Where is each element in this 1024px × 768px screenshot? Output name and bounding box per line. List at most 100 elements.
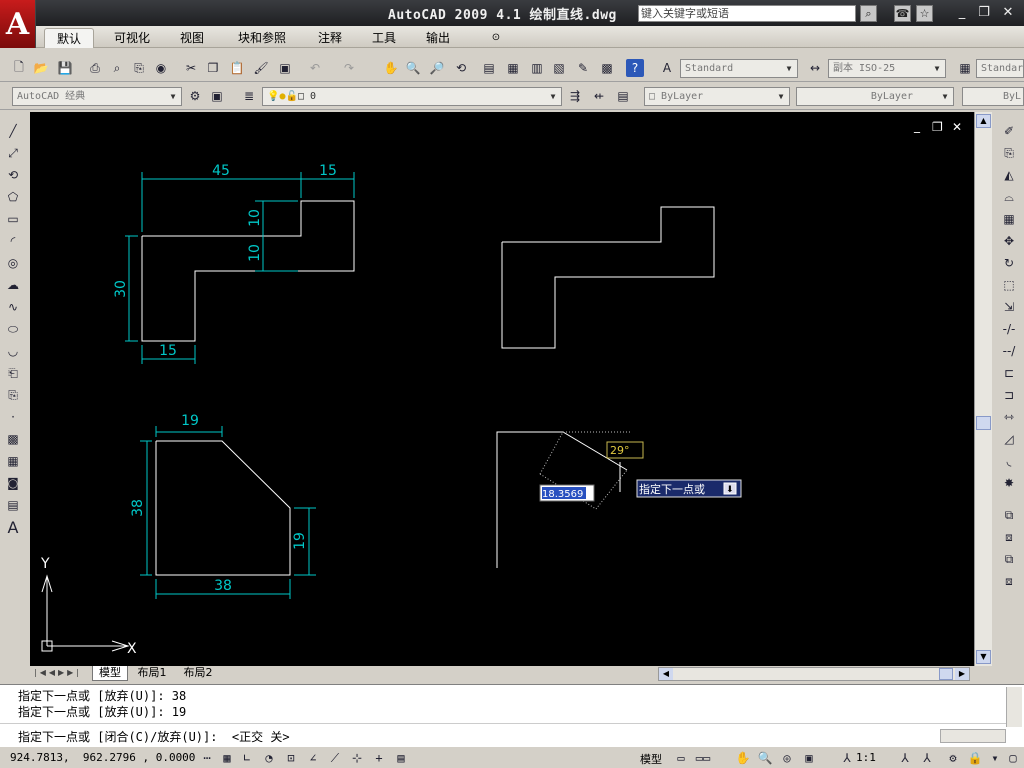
viewport-minimize-button[interactable]: _ <box>913 119 921 133</box>
send-under-icon[interactable]: ⧈ <box>1000 572 1018 590</box>
cursor-coordinates[interactable]: 924.7813, 962.2796 , 0.0000 <box>10 751 195 764</box>
search-icon[interactable]: ⌕ <box>860 5 877 22</box>
tab-navigation-arrows-icon[interactable]: |◀◀▶▶| <box>34 668 88 680</box>
dynamic-input-icon[interactable]: ⊹ <box>348 749 366 767</box>
step-profile-copy[interactable] <box>501 206 715 349</box>
showmotion-icon[interactable]: ▣ <box>800 749 818 767</box>
polygon-icon[interactable]: ⬠ <box>4 188 22 206</box>
tab-tools[interactable]: 工具 <box>364 28 404 48</box>
tab-layout1[interactable]: 布局1 <box>132 666 172 681</box>
tool-palettes-icon[interactable]: ▥ <box>528 59 546 77</box>
layer-select[interactable]: 💡●🔓□ 0 ▼ <box>262 87 562 106</box>
vertical-scrollbar[interactable]: ▲ ▼ <box>974 112 992 666</box>
snap-mode-icon[interactable]: ⋯ <box>198 749 216 767</box>
grid-display-icon[interactable]: ▦ <box>218 749 236 767</box>
lock-ui-icon[interactable]: 🔒 <box>966 749 984 767</box>
window-minimize-button[interactable]: _ <box>952 4 972 22</box>
workspace-lock-icon[interactable]: ▣ <box>208 87 226 105</box>
draw-order-back-icon[interactable]: ⧈ <box>1000 528 1018 546</box>
fillet-icon[interactable]: ◟ <box>1000 452 1018 470</box>
linetype-select[interactable]: ByLayer ▼ <box>796 87 954 106</box>
dynamic-ucs-icon[interactable]: ⟋ <box>326 749 344 767</box>
viewport-restore-button[interactable]: ❐ <box>932 120 943 134</box>
bring-above-icon[interactable]: ⧉ <box>1000 550 1018 568</box>
length-value[interactable]: 18.3569 <box>542 489 583 500</box>
open-file-icon[interactable]: 📂 <box>32 59 50 77</box>
hatch-icon[interactable]: ▩ <box>4 430 22 448</box>
scroll-up-icon[interactable]: ▲ <box>976 114 991 128</box>
insert-block-icon[interactable]: ⎗ <box>4 364 22 382</box>
redo-icon[interactable]: ↷ <box>340 59 358 77</box>
tab-annotate[interactable]: 注释 <box>310 28 350 48</box>
properties-icon[interactable]: ▤ <box>480 59 498 77</box>
command-prompt-line[interactable]: 指定下一点或 [闭合(C)/放弃(U)]: <正交 关> <box>18 728 290 745</box>
arc-icon[interactable]: ◜ <box>4 232 22 250</box>
ellipse-arc-icon[interactable]: ◡ <box>4 342 22 360</box>
lineweight-select[interactable]: ByL <box>962 87 1024 106</box>
application-menu-button[interactable]: A <box>0 0 36 48</box>
draw-order-front-icon[interactable]: ⧉ <box>1000 506 1018 524</box>
favorites-star-icon[interactable]: ☆ <box>916 5 933 22</box>
scroll-left-icon[interactable]: ◀ <box>659 668 673 680</box>
object-snap-tracking-icon[interactable]: ∠ <box>304 749 322 767</box>
quick-view-drawings-icon[interactable]: ▭▭ <box>694 749 712 767</box>
make-layer-current-icon[interactable]: ⇶ <box>566 87 584 105</box>
markup-icon[interactable]: ✎ <box>574 59 592 77</box>
table-style-select[interactable]: Standar <box>976 59 1024 78</box>
length-input[interactable]: 18.3569 <box>539 484 595 502</box>
viewport-close-button[interactable]: ✕ <box>952 120 962 134</box>
command-hscrollbar[interactable] <box>940 729 1006 743</box>
circle-icon[interactable]: ◎ <box>4 254 22 272</box>
text-style-select[interactable]: Standard ▼ <box>680 59 798 78</box>
ribbon-minimize-icon[interactable]: ⊙ <box>486 28 506 48</box>
extend-icon[interactable]: --/ <box>1000 342 1018 360</box>
window-close-button[interactable]: ✕ <box>998 4 1018 22</box>
table-style-icon[interactable]: ▦ <box>956 59 974 77</box>
communication-center-icon[interactable]: ☎ <box>894 5 911 22</box>
rectangle-icon[interactable]: ▭ <box>4 210 22 228</box>
dim-style-select[interactable]: 副本 ISO-25 ▼ <box>828 59 946 78</box>
ortho-mode-icon[interactable]: ∟ <box>238 749 256 767</box>
layer-states-icon[interactable]: ▤ <box>614 87 632 105</box>
window-restore-button[interactable]: ❐ <box>974 4 994 22</box>
paste-icon[interactable]: 📋 <box>228 59 246 77</box>
copy-icon[interactable]: ❐ <box>204 59 222 77</box>
annotation-scale-value[interactable]: 1:1 <box>856 751 876 764</box>
design-center-icon[interactable]: ▦ <box>504 59 522 77</box>
calculator-icon[interactable]: ▩ <box>598 59 616 77</box>
tab-blocks[interactable]: 块和参照 <box>230 28 294 48</box>
sheet-set-icon[interactable]: ▧ <box>550 59 568 77</box>
make-block-icon[interactable]: ⎘ <box>4 386 22 404</box>
break-at-point-icon[interactable]: ⊏ <box>1000 364 1018 382</box>
color-select[interactable]: □ ByLayer ▼ <box>644 87 790 106</box>
multiline-text-icon[interactable]: A <box>4 518 22 537</box>
scroll-right-icon[interactable]: ▶ <box>955 668 969 680</box>
trim-icon[interactable]: -/- <box>1000 320 1018 338</box>
offset-icon[interactable]: ⌓ <box>1000 188 1018 206</box>
rotate-icon[interactable]: ↻ <box>1000 254 1018 272</box>
new-file-icon[interactable]: 🗋 <box>10 59 28 77</box>
status-menu-icon[interactable]: ▾ <box>986 749 1004 767</box>
polar-tracking-icon[interactable]: ◔ <box>260 749 278 767</box>
block-editor-icon[interactable]: ▣ <box>276 59 294 77</box>
zoom-window-icon[interactable]: 🔎 <box>428 59 446 77</box>
workspace-select[interactable]: AutoCAD 经典 ▼ <box>12 87 182 106</box>
mirror-icon[interactable]: ◭ <box>1000 166 1018 184</box>
lineweight-display-icon[interactable]: + <box>370 749 388 767</box>
line-icon[interactable]: ╱ <box>4 122 22 140</box>
region-icon[interactable]: ◙ <box>4 474 22 492</box>
undo-icon[interactable]: ↶ <box>306 59 324 77</box>
move-icon[interactable]: ✥ <box>1000 232 1018 250</box>
drawing-canvas[interactable]: _ ❐ ✕ 45 15 10 10 30 15 19 38 19 38 29° … <box>30 112 974 666</box>
dim-style-icon[interactable]: ↔ <box>806 59 824 77</box>
zoom-previous-icon[interactable]: ⟲ <box>452 59 470 77</box>
tab-model[interactable]: 模型 <box>92 666 128 681</box>
steering-wheel-icon[interactable]: ◎ <box>778 749 796 767</box>
quick-properties-icon[interactable]: ▤ <box>392 749 410 767</box>
layer-previous-icon[interactable]: ⇷ <box>590 87 608 105</box>
stretch-icon[interactable]: ⇲ <box>1000 298 1018 316</box>
break-icon[interactable]: ⊐ <box>1000 386 1018 404</box>
match-properties-icon[interactable]: 🖌 <box>252 59 270 77</box>
zoom-status-icon[interactable]: 🔍 <box>756 749 774 767</box>
spline-icon[interactable]: ∿ <box>4 298 22 316</box>
